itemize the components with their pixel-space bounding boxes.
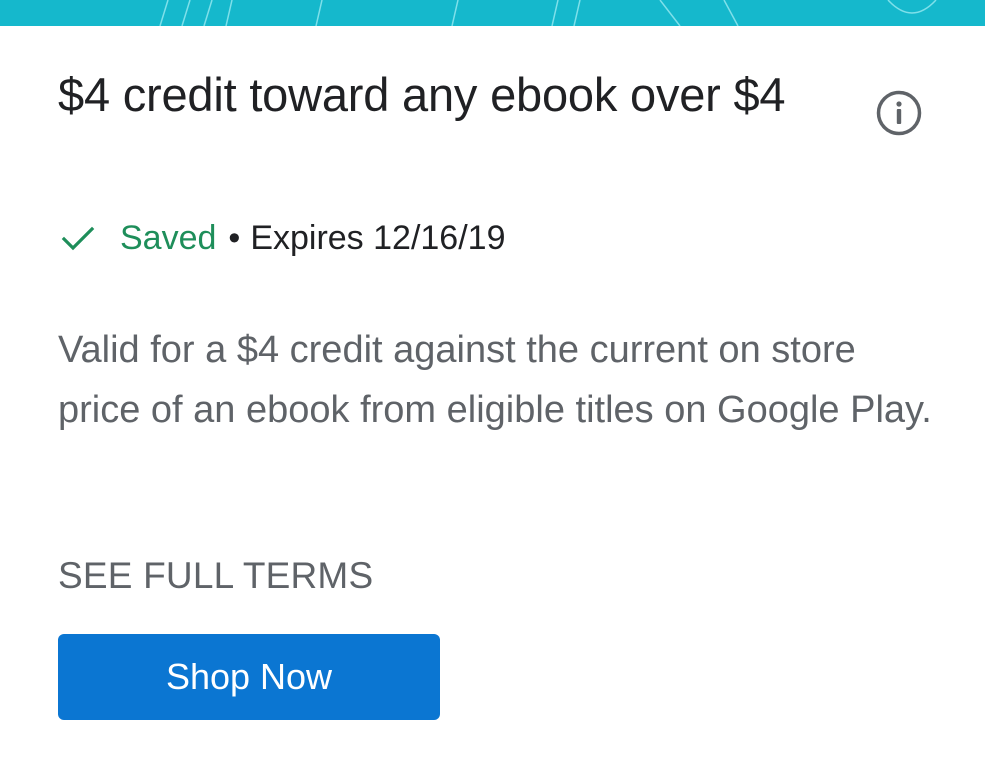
check-icon — [60, 220, 96, 256]
saved-status-label: Saved — [120, 218, 217, 257]
banner-pattern — [159, 0, 937, 26]
info-icon — [876, 90, 922, 136]
offer-description: Valid for a $4 credit against the curren… — [58, 329, 932, 431]
shop-now-button[interactable]: Shop Now — [58, 634, 440, 720]
offer-title: $4 credit toward any ebook over $4 — [58, 68, 786, 121]
offer-status-row: Saved • Expires 12/16/19 — [60, 218, 505, 258]
info-button[interactable] — [874, 88, 924, 138]
expiry-date: Expires 12/16/19 — [250, 218, 506, 257]
offer-header-banner — [0, 0, 985, 26]
status-separator: • — [228, 218, 241, 257]
see-full-terms-link[interactable]: SEE FULL TERMS — [58, 551, 373, 601]
